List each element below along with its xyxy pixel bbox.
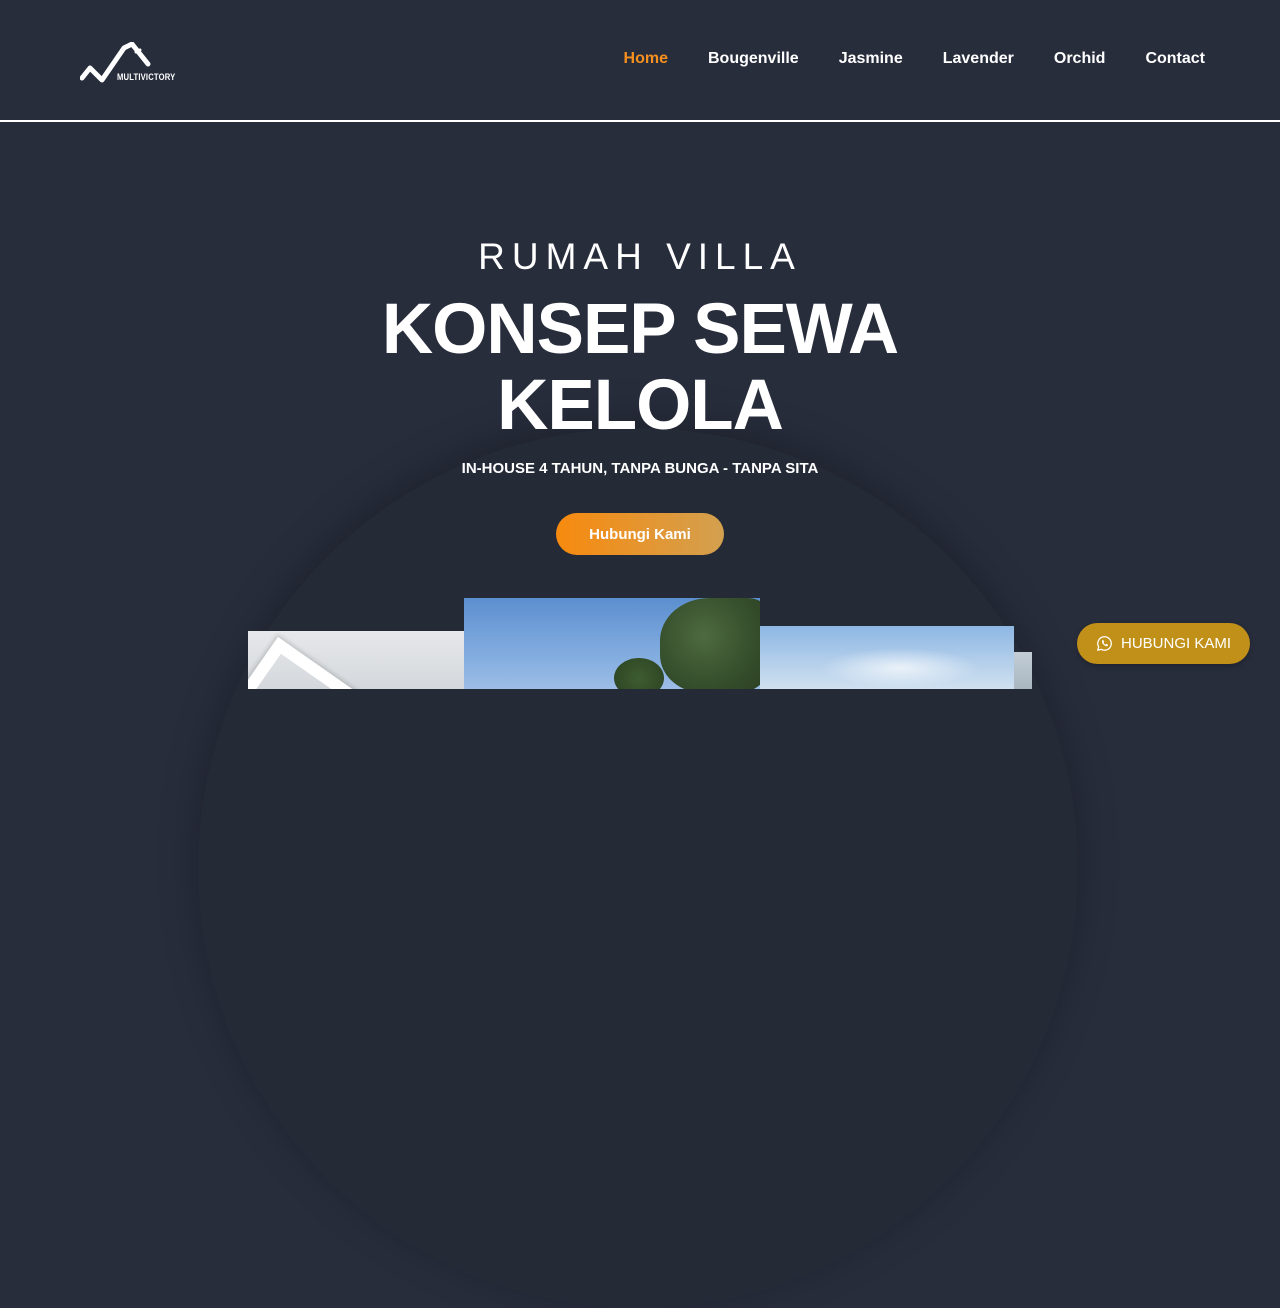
- nav-orchid[interactable]: Orchid: [1054, 49, 1106, 69]
- header-divider: [0, 120, 1280, 122]
- whatsapp-contact-button[interactable]: HUBUNGI KAMI: [1077, 623, 1250, 664]
- nav-contact[interactable]: Contact: [1145, 49, 1205, 69]
- whatsapp-icon: [1097, 636, 1112, 651]
- whatsapp-button-label: HUBUNGI KAMI: [1120, 635, 1231, 652]
- villa-photo-4: [1014, 652, 1032, 689]
- main-nav: Home Bougenville Jasmine Lavender Orchid…: [624, 49, 1205, 69]
- villa-photo-1: [248, 631, 464, 689]
- hero-subline: IN-HOUSE 4 TAHUN, TANPA BUNGA - TANPA SI…: [461, 460, 819, 477]
- villa-photo-3: [760, 626, 1014, 689]
- villa-photo-2: [464, 598, 760, 689]
- nav-home[interactable]: Home: [624, 49, 668, 69]
- nav-jasmine[interactable]: Jasmine: [839, 49, 903, 69]
- nav-bougenville[interactable]: Bougenville: [708, 49, 799, 69]
- logo[interactable]: MULTIVICTORY: [80, 42, 180, 88]
- hero-headline: KONSEP SEWA KELOLA: [381, 290, 899, 445]
- contact-us-button[interactable]: Hubungi Kami: [556, 513, 724, 555]
- logo-text: MULTIVICTORY: [117, 72, 176, 82]
- nav-lavender[interactable]: Lavender: [943, 49, 1014, 69]
- hero-arch-background: [198, 428, 1078, 1308]
- site-header: MULTIVICTORY Home Bougenville Jasmine La…: [0, 0, 1280, 120]
- hero-eyebrow: RUMAH VILLA: [478, 236, 802, 277]
